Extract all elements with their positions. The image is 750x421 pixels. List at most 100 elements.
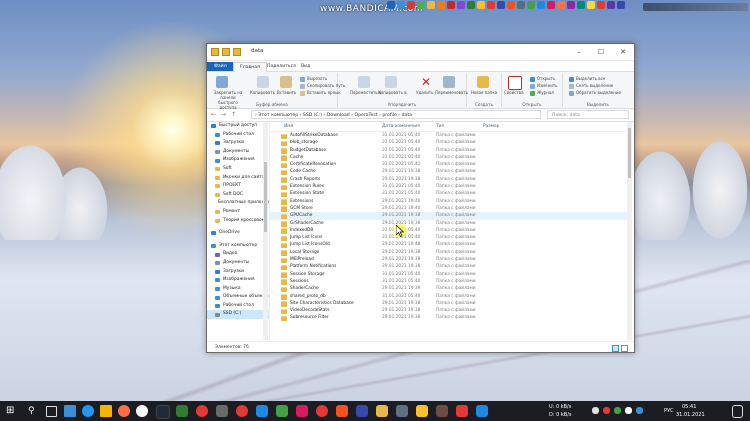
tab-view[interactable]: Вид: [295, 62, 316, 71]
pin-button[interactable]: Закрепить на панели быстрого доступа: [210, 90, 246, 110]
table-row[interactable]: shared_proto_db 31.01.2021 05:40 Папка с ф…: [270, 293, 630, 300]
copy-button[interactable]: Копировать: [250, 90, 275, 95]
nav-item[interactable]: Ремонт: [207, 208, 269, 217]
rename-button[interactable]: Переименовать: [435, 90, 468, 95]
task-view-icon[interactable]: [46, 406, 57, 417]
table-row[interactable]: BudgetDatabase 31.01.2021 05:40 Папка с фа…: [270, 147, 630, 154]
select-none-button[interactable]: Снять выделение: [569, 83, 613, 89]
app-orange-icon[interactable]: [336, 405, 348, 417]
move-to-button[interactable]: Переместить в: [350, 90, 381, 95]
nav-item[interactable]: Загрузки: [207, 139, 269, 148]
clock-time[interactable]: 05:41: [682, 404, 696, 410]
close-button[interactable]: ✕: [612, 44, 634, 60]
nav-item[interactable]: Музыка: [207, 285, 269, 294]
search-icon[interactable]: ⚲: [28, 405, 40, 417]
forward-arrow-icon[interactable]: →: [221, 111, 226, 118]
language-indicator[interactable]: РУС: [664, 408, 674, 414]
nav-item[interactable]: Загрузки: [207, 268, 269, 277]
history-button[interactable]: Журнал: [530, 90, 554, 96]
nav-scroll-thumb[interactable]: [264, 162, 267, 232]
table-row[interactable]: Extensions 29.01.2021 19:46 Папка с файлам…: [270, 198, 630, 205]
opera-icon[interactable]: [236, 405, 248, 417]
paste-button[interactable]: Вставить: [277, 90, 296, 95]
nav-item[interactable]: SSD (C:): [207, 310, 269, 320]
edit-button[interactable]: Изменить: [530, 83, 558, 89]
file-list-scrollbar[interactable]: [627, 122, 632, 340]
store-icon[interactable]: [64, 405, 76, 417]
vivaldi-icon[interactable]: [196, 405, 208, 417]
clock-date[interactable]: 31.01.2021: [676, 412, 705, 418]
quick-access-toolbar[interactable]: [211, 48, 241, 56]
nav-item[interactable]: Бесплатные приложения: [207, 199, 269, 208]
column-name[interactable]: Имя: [284, 124, 293, 129]
app-indigo-icon[interactable]: [356, 405, 368, 417]
app-blue2-icon[interactable]: [476, 405, 488, 417]
minimize-button[interactable]: –: [568, 44, 590, 60]
app-red-icon[interactable]: [456, 405, 468, 417]
details-view-icon[interactable]: [612, 345, 619, 352]
cut-button[interactable]: Вырезать: [300, 76, 327, 82]
back-arrow-icon[interactable]: ←: [211, 111, 216, 118]
network-icon[interactable]: [636, 407, 643, 414]
copy-to-button[interactable]: Копировать в: [378, 90, 407, 95]
app-icon[interactable]: [156, 405, 170, 419]
new-folder-button[interactable]: Новая папка: [470, 90, 498, 95]
table-row[interactable]: ShaderCache 29.01.2021 19:39 Папка с файла…: [270, 285, 630, 293]
app-yellow2-icon[interactable]: [416, 405, 428, 417]
table-row[interactable]: GrShaderCache 29.01.2021 19:38 Папка с фай…: [270, 220, 630, 227]
table-row[interactable]: Extension State 31.01.2021 05:40 Папка с ф…: [270, 190, 630, 198]
nav-item[interactable]: ПРОЕКТ: [207, 182, 269, 191]
column-type[interactable]: Тип: [436, 124, 444, 129]
table-row[interactable]: CertificateRevocation 31.01.2021 05:41 Пап…: [270, 161, 630, 169]
table-row[interactable]: Jump List Icons 31.01.2021 05:40 Папка с ф…: [270, 234, 630, 242]
table-row[interactable]: Platform Notifications 29.01.2021 19:38 Па…: [270, 263, 630, 271]
nav-item[interactable]: Изображения: [207, 156, 269, 165]
table-row[interactable]: Site Characteristics Database 29.01.2021 …: [270, 300, 630, 307]
select-all-button[interactable]: Выделить все: [569, 76, 605, 82]
properties-button[interactable]: Свойства: [504, 90, 524, 95]
nav-item[interactable]: Документы: [207, 148, 269, 157]
file-list-scroll-thumb[interactable]: [628, 128, 631, 178]
table-row[interactable]: Local Storage 29.01.2021 19:38 Папка с фай…: [270, 249, 630, 256]
steam-icon[interactable]: [396, 405, 408, 417]
tray-icon-1[interactable]: [592, 407, 599, 414]
edge-icon[interactable]: [82, 405, 94, 417]
opera-gx-icon[interactable]: [316, 405, 328, 417]
app-green-icon[interactable]: [176, 405, 188, 417]
table-row[interactable]: MEIPreload 29.01.2021 19:38 Папка с файлам…: [270, 256, 630, 264]
invert-selection-button[interactable]: Обратить выделение: [569, 90, 621, 96]
file-explorer-icon[interactable]: [100, 405, 112, 417]
nav-item[interactable]: Иконки для сайта: [207, 174, 269, 183]
delete-button[interactable]: Удалить: [416, 90, 434, 95]
nav-item[interactable]: Рабочий стол: [207, 131, 269, 140]
table-row[interactable]: IndexedDB31.01.2021 05:40Папка с файлами: [270, 227, 630, 234]
tray-icon-2[interactable]: [603, 407, 610, 414]
tab-file[interactable]: Файл: [207, 62, 234, 71]
table-row[interactable]: Cache 31.01.2021 05:40 Папка с файлами: [270, 154, 630, 161]
large-icons-view-icon[interactable]: [621, 345, 628, 352]
breadcrumb[interactable]: › Этот компьютер › SSD (C:) › Download ›…: [251, 110, 541, 119]
nav-scrollbar[interactable]: [263, 122, 268, 340]
table-row[interactable]: Jump List IconsOld 29.01.2021 19:48 Папка …: [270, 241, 630, 249]
nav-item[interactable]: Soft: [207, 165, 269, 174]
nav-item[interactable]: Теория кроссовок: [207, 217, 269, 226]
app-brown-icon[interactable]: [436, 405, 448, 417]
app-green2-icon[interactable]: [276, 405, 288, 417]
firefox-icon[interactable]: [118, 405, 130, 417]
nav-item[interactable]: Этот компьютер: [207, 242, 269, 251]
table-row[interactable]: blob_storage 31.01.2021 05:40 Папка с файл…: [270, 139, 630, 147]
nav-item[interactable]: Видео: [207, 250, 269, 259]
table-row[interactable]: VideoDecodeStats 29.01.2021 19:38 Папка с …: [270, 307, 630, 315]
nav-item[interactable]: Soft DOC: [207, 191, 269, 200]
up-arrow-icon[interactable]: ↑: [231, 111, 236, 118]
table-row[interactable]: Code Cache 29.01.2021 19:38 Папка с файлам…: [270, 168, 630, 176]
maximize-button[interactable]: ☐: [590, 44, 612, 60]
table-row[interactable]: Session Storage 31.01.2021 05:40 Папка с ф…: [270, 271, 630, 278]
tray-icon-3[interactable]: [614, 407, 621, 414]
app-blue-icon[interactable]: [256, 405, 268, 417]
nav-item[interactable]: Объемные объекты: [207, 293, 269, 302]
search-input[interactable]: Поиск: data: [547, 110, 629, 119]
start-windows-icon[interactable]: ⊞: [6, 405, 18, 417]
table-row[interactable]: Subresource Filter 29.01.2021 19:38 Папка …: [270, 314, 630, 322]
nav-item[interactable]: Изображения: [207, 276, 269, 285]
